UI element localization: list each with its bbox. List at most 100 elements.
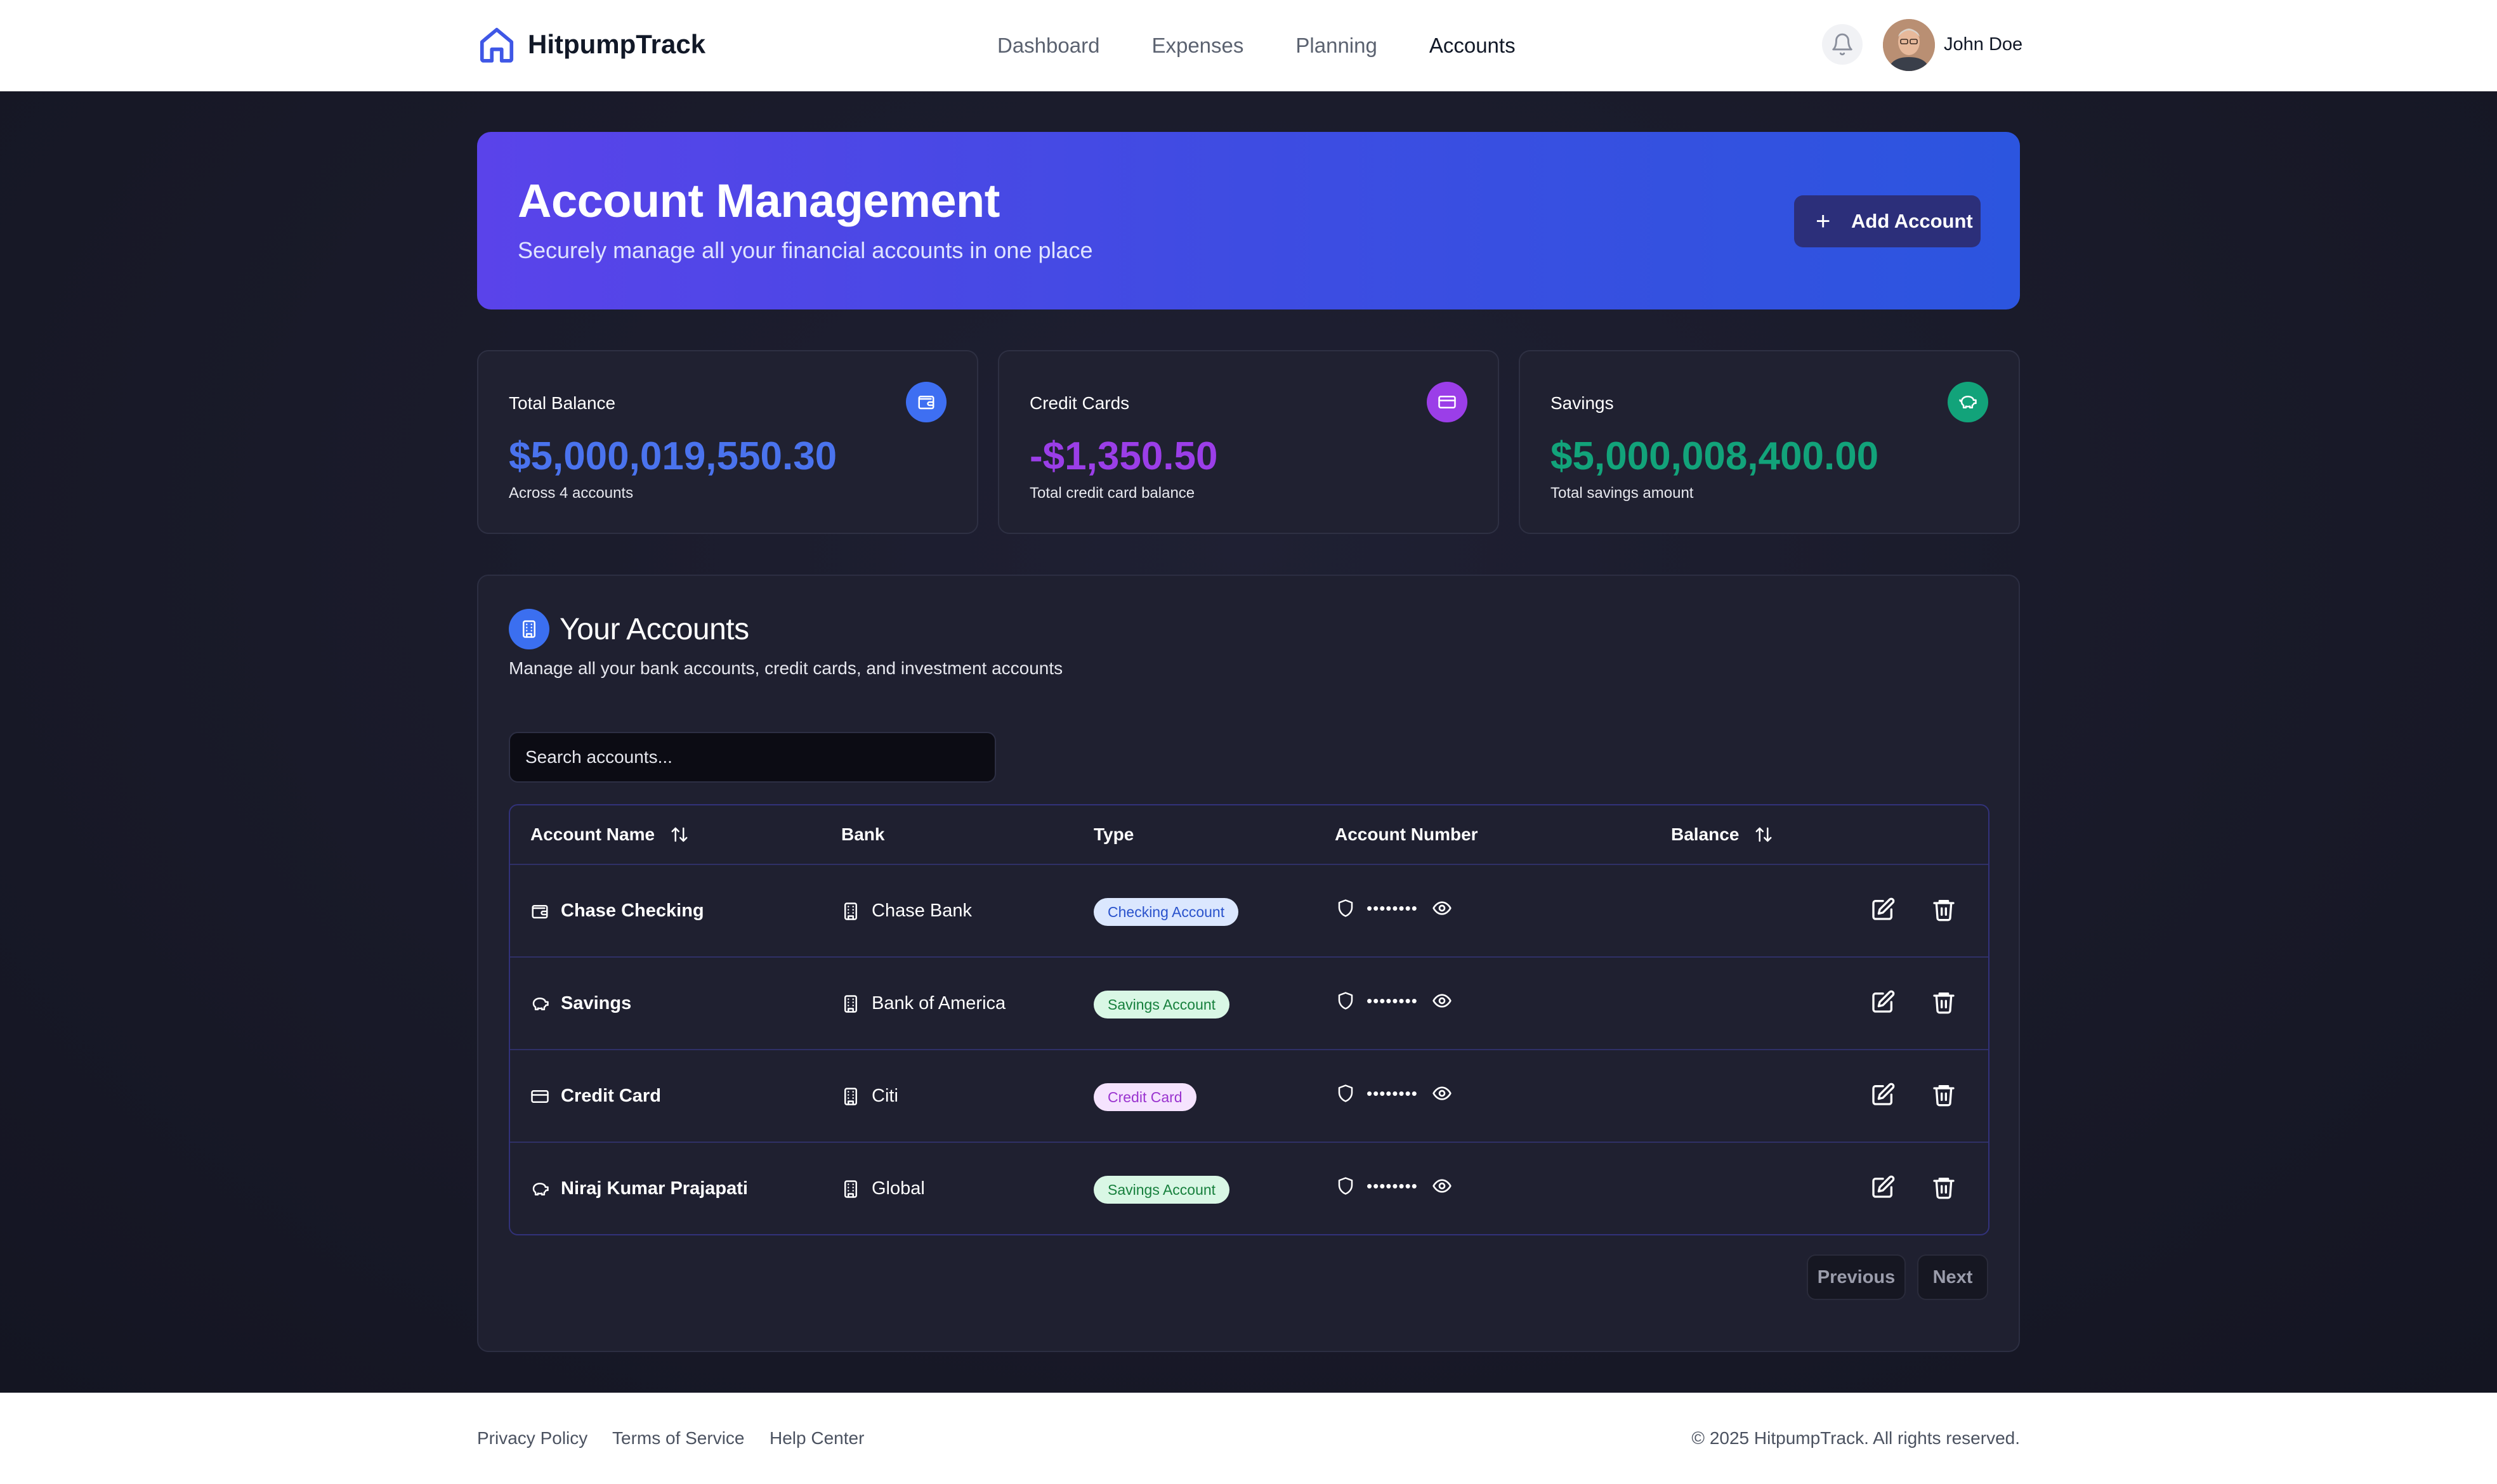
piggy-bank-icon: [532, 1182, 549, 1195]
trash-icon[interactable]: [1931, 897, 1956, 922]
wallet-icon: [532, 904, 548, 918]
add-account-button[interactable]: + Add Account: [1794, 195, 1981, 247]
nav-dashboard[interactable]: Dashboard: [997, 32, 1099, 60]
accounts-description: Manage all your bank accounts, credit ca…: [509, 658, 1063, 678]
home-icon: [477, 24, 516, 65]
trash-icon[interactable]: [1931, 989, 1956, 1015]
col-balance-label: Balance: [1671, 824, 1740, 844]
add-account-label: Add Account: [1851, 210, 1973, 232]
bank-name: Global: [872, 1178, 925, 1199]
edit-icon[interactable]: [1870, 1175, 1896, 1200]
col-balance[interactable]: Balance: [1671, 824, 1773, 845]
account-name-cell: Credit Card: [530, 1086, 661, 1107]
credit-card-icon: [1427, 382, 1467, 422]
user-name[interactable]: John Doe: [1944, 34, 2022, 55]
account-name: Niraj Kumar Prajapati: [561, 1178, 748, 1199]
table-row[interactable]: Credit Card Citi Credit Card ••••••••: [510, 1050, 1988, 1143]
col-bank-label: Bank: [841, 824, 885, 844]
edit-icon[interactable]: [1870, 897, 1896, 922]
sort-icon[interactable]: [670, 825, 689, 844]
footer: Privacy Policy Terms of Service Help Cen…: [0, 1393, 2497, 1484]
trash-icon[interactable]: [1931, 1082, 1956, 1107]
eye-icon[interactable]: [1432, 1083, 1452, 1103]
savings-sub: Total savings amount: [1550, 485, 1694, 502]
avatar[interactable]: [1883, 19, 1935, 71]
col-type: Type: [1094, 824, 1134, 845]
total-balance-card: Total Balance $5,000,019,550.30 Across 4…: [477, 350, 978, 534]
edit-icon[interactable]: [1870, 989, 1896, 1015]
eye-icon[interactable]: [1432, 898, 1452, 918]
account-name: Chase Checking: [561, 901, 704, 921]
masked-account-number: ••••••••: [1366, 991, 1418, 1010]
user-avatar-icon: [1883, 19, 1935, 71]
credit-cards-sub: Total credit card balance: [1030, 485, 1195, 502]
account-name-cell: Chase Checking: [530, 901, 704, 921]
type-badge: Savings Account: [1094, 991, 1230, 1019]
bank-name: Citi: [872, 1086, 898, 1106]
shield-icon: [1338, 1084, 1353, 1102]
bell-icon: [1832, 33, 1852, 56]
total-balance-value: $5,000,019,550.30: [509, 434, 837, 478]
credit-cards-value: -$1,350.50: [1030, 434, 1218, 478]
accounts-title: Your Accounts: [560, 612, 749, 646]
top-navbar: HitpumpTrack Dashboard Expenses Planning…: [0, 0, 2497, 91]
main-nav: Dashboard Expenses Planning Accounts: [997, 32, 1568, 60]
accounts-header: Your Accounts: [509, 609, 749, 649]
col-bank: Bank: [841, 824, 884, 845]
next-button[interactable]: Next: [1917, 1254, 1988, 1300]
help-center-link[interactable]: Help Center: [770, 1428, 864, 1448]
bank-name: Bank of America: [872, 993, 1006, 1013]
table-row[interactable]: Chase Checking Chase Bank Checking Accou…: [510, 865, 1988, 958]
previous-button[interactable]: Previous: [1807, 1254, 1906, 1300]
col-account-name[interactable]: Account Name: [530, 824, 689, 845]
app-name: HitpumpTrack: [528, 29, 706, 59]
building-icon: [844, 902, 857, 920]
nav-expenses[interactable]: Expenses: [1151, 32, 1243, 60]
bank-cell: Chase Bank: [841, 901, 972, 921]
eye-icon[interactable]: [1432, 1176, 1452, 1196]
copyright: © 2025 HitpumpTrack. All rights reserved…: [1691, 1428, 2020, 1448]
credit-card-icon: [531, 1090, 549, 1103]
type-badge: Checking Account: [1094, 898, 1239, 926]
eye-icon[interactable]: [1432, 991, 1452, 1011]
credit-cards-title: Credit Cards: [1030, 393, 1130, 413]
search-input[interactable]: [509, 732, 996, 783]
edit-icon[interactable]: [1870, 1082, 1896, 1107]
bank-cell: Bank of America: [841, 993, 1006, 1014]
total-balance-title: Total Balance: [509, 393, 616, 413]
shield-icon: [1338, 899, 1353, 917]
wallet-icon: [906, 382, 947, 422]
masked-account-number: ••••••••: [1366, 1176, 1418, 1195]
account-name-cell: Niraj Kumar Prajapati: [530, 1178, 748, 1199]
page-subtitle: Securely manage all your financial accou…: [518, 237, 1093, 263]
brand[interactable]: HitpumpTrack: [477, 24, 705, 65]
shield-icon: [1338, 1177, 1353, 1195]
col-account-number-label: Account Number: [1335, 824, 1478, 844]
savings-card: Savings $5,000,008,400.00 Total savings …: [1519, 350, 2020, 534]
plus-icon: +: [1816, 207, 1831, 235]
notifications-button[interactable]: [1822, 24, 1863, 65]
savings-value: $5,000,008,400.00: [1550, 434, 1879, 478]
sort-icon[interactable]: [1754, 825, 1773, 844]
nav-planning[interactable]: Planning: [1295, 32, 1377, 60]
shield-icon: [1338, 992, 1353, 1010]
total-balance-sub: Across 4 accounts: [509, 485, 634, 502]
building-icon: [844, 1180, 857, 1198]
trash-icon[interactable]: [1931, 1175, 1956, 1200]
privacy-policy-link[interactable]: Privacy Policy: [477, 1428, 587, 1448]
account-name: Credit Card: [561, 1086, 661, 1106]
accounts-table: Account Name Bank Type Account Number Ba…: [509, 804, 1989, 1235]
building-icon: [509, 609, 549, 649]
savings-title: Savings: [1550, 393, 1614, 413]
terms-of-service-link[interactable]: Terms of Service: [612, 1428, 745, 1448]
table-row[interactable]: Savings Bank of America Savings Account …: [510, 958, 1988, 1050]
table-row[interactable]: Niraj Kumar Prajapati Global Savings Acc…: [510, 1143, 1988, 1234]
col-account-name-label: Account Name: [530, 824, 655, 844]
credit-cards-card: Credit Cards -$1,350.50 Total credit car…: [998, 350, 1499, 534]
accounts-panel: Your Accounts Manage all your bank accou…: [477, 575, 2020, 1352]
col-type-label: Type: [1094, 824, 1134, 844]
col-account-number: Account Number: [1335, 824, 1478, 845]
account-number-cell: ••••••••: [1336, 1083, 1452, 1103]
type-badge: Savings Account: [1094, 1176, 1230, 1204]
nav-accounts[interactable]: Accounts: [1429, 32, 1516, 60]
